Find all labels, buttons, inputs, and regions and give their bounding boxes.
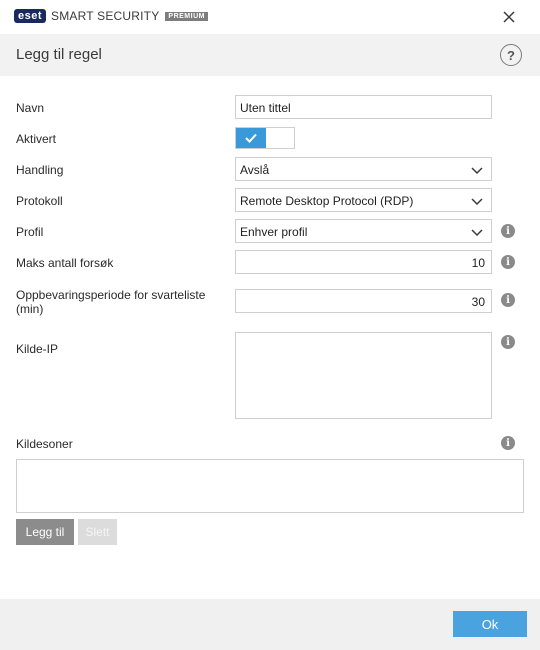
max-attempts-label: Maks antall forsøk: [16, 256, 114, 270]
max-attempts-field[interactable]: 10: [235, 250, 492, 274]
help-icon[interactable]: ?: [500, 44, 522, 66]
action-value: Avslå: [240, 163, 270, 177]
add-button[interactable]: Legg til: [16, 519, 74, 545]
ok-button[interactable]: Ok: [453, 611, 527, 637]
source-ip-label: Kilde-IP: [16, 342, 59, 356]
close-icon[interactable]: [500, 8, 518, 26]
retention-value: 30: [471, 295, 485, 309]
max-attempts-value: 10: [471, 256, 485, 270]
dialog-title: Legg til regel: [16, 46, 102, 63]
checkmark-icon: [245, 133, 257, 143]
retention-info-icon[interactable]: i: [501, 293, 515, 307]
dialog-footer: Ok: [0, 599, 540, 650]
enabled-toggle[interactable]: [235, 127, 295, 149]
enabled-label: Aktivert: [16, 132, 57, 146]
logo-brand: eset: [14, 9, 47, 23]
name-label: Navn: [16, 101, 45, 115]
logo-product: SMART SECURITY: [51, 9, 160, 23]
max-attempts-info-icon[interactable]: i: [501, 255, 515, 269]
retention-label: Oppbevaringsperiode for svarteliste (min…: [16, 288, 206, 316]
title-bar: eset SMART SECURITY PREMIUM: [0, 0, 540, 34]
app-logo: eset SMART SECURITY PREMIUM: [14, 9, 208, 23]
source-zones-label: Kildesoner: [16, 437, 73, 451]
protocol-label: Protokoll: [16, 194, 63, 208]
protocol-value: Remote Desktop Protocol (RDP): [240, 194, 414, 208]
chevron-down-icon: [471, 167, 483, 175]
source-zones-list[interactable]: [16, 459, 524, 513]
profile-select[interactable]: Enhver profil: [235, 219, 492, 243]
action-select[interactable]: Avslå: [235, 157, 492, 181]
profile-info-icon[interactable]: i: [501, 224, 515, 238]
chevron-down-icon: [471, 229, 483, 237]
source-ip-textarea[interactable]: [235, 332, 492, 419]
profile-value: Enhver profil: [240, 225, 308, 239]
delete-button: Slett: [78, 519, 117, 545]
protocol-select[interactable]: Remote Desktop Protocol (RDP): [235, 188, 492, 212]
name-value: Uten tittel: [240, 101, 291, 115]
dialog-header: Legg til regel ?: [0, 34, 540, 76]
source-zones-info-icon[interactable]: i: [501, 436, 515, 450]
source-ip-info-icon[interactable]: i: [501, 335, 515, 349]
chevron-down-icon: [471, 198, 483, 206]
retention-field[interactable]: 30: [235, 289, 492, 313]
profile-label: Profil: [16, 225, 44, 239]
name-field[interactable]: Uten tittel: [235, 95, 492, 119]
action-label: Handling: [16, 163, 64, 177]
logo-tier-badge: PREMIUM: [165, 11, 208, 21]
toggle-on-state: [236, 128, 266, 148]
